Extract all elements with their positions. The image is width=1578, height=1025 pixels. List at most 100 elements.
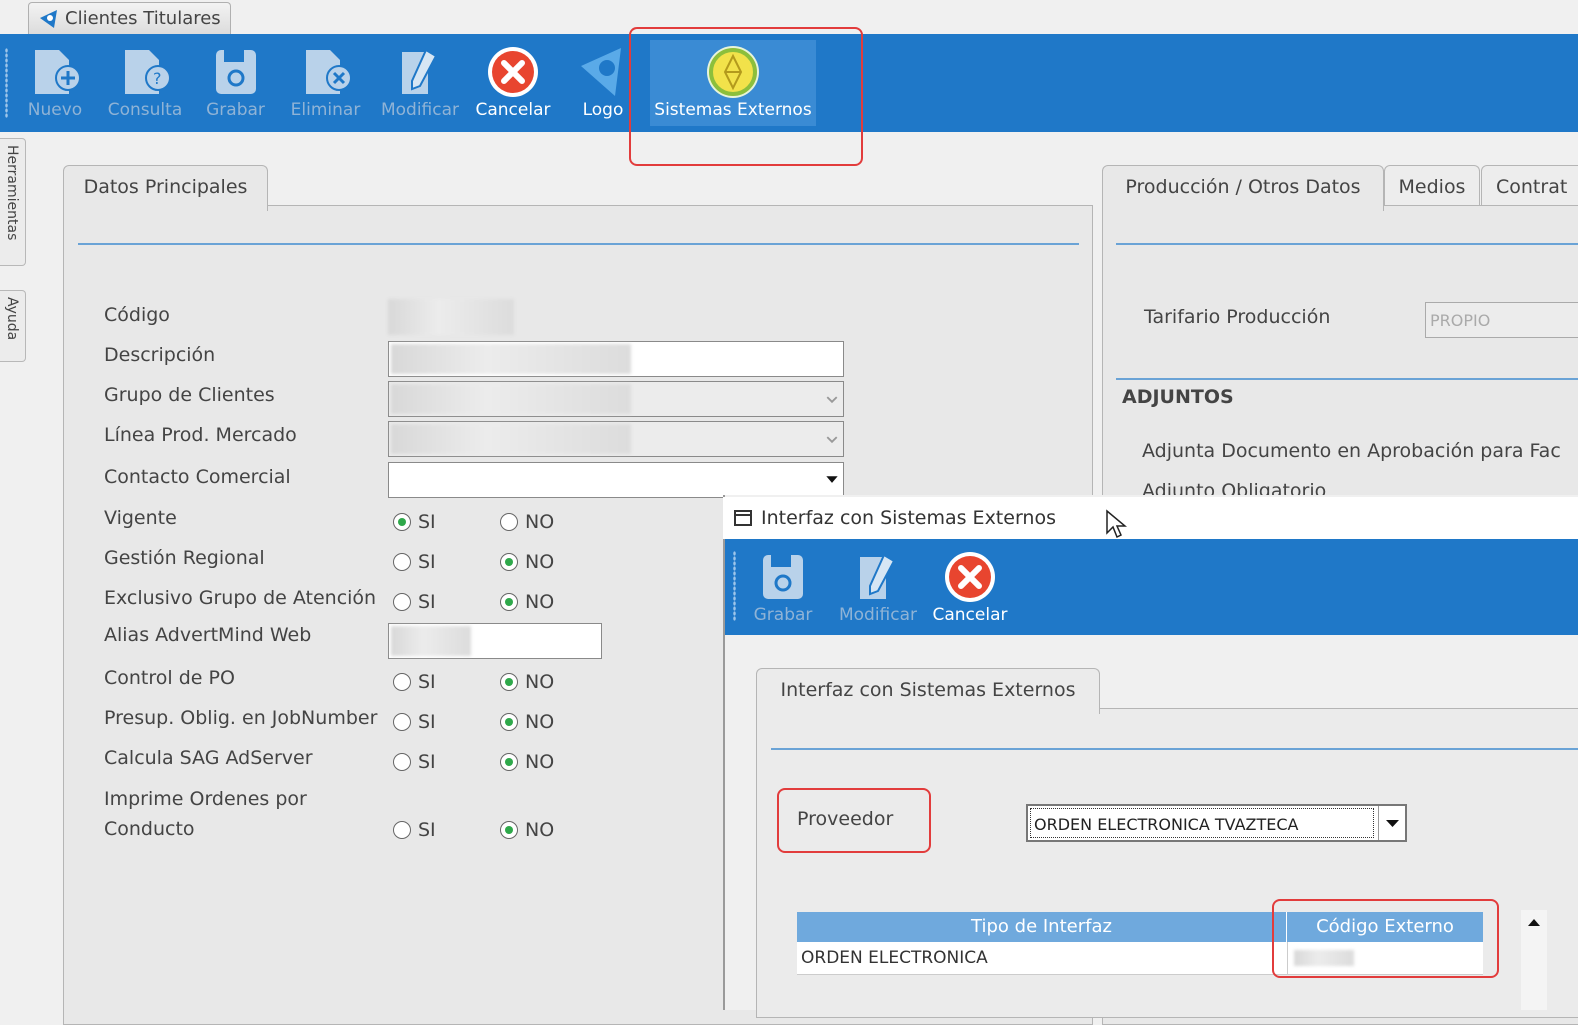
radio-label-no: NO [525,711,555,733]
label-alias: Alias AdvertMind Web [104,624,312,646]
radio-label-si: SI [418,591,436,613]
dropdown-arrow-icon[interactable] [1378,806,1406,840]
grid-scrollbar[interactable] [1521,910,1547,1010]
dialog-cancel-button[interactable]: Cancelar [929,545,1011,631]
edit-icon [402,48,438,94]
linea-select[interactable] [388,421,844,457]
scroll-up-icon[interactable] [1521,910,1547,936]
label-grupo: Grupo de Clientes [104,384,275,406]
highlight-codigo-externo [1272,899,1499,978]
label-contacto: Contacto Comercial [104,466,291,488]
radio-label-no: NO [525,551,555,573]
radio-label-si: SI [418,711,436,733]
tab-interfaz[interactable]: Interfaz con Sistemas Externos [756,668,1100,714]
dialog-separator [771,748,1578,750]
chevron-down-icon [826,436,838,444]
delete-button[interactable]: Eliminar [288,40,363,126]
side-tab-help[interactable]: Ayuda [0,290,26,362]
radio-calcula-si[interactable] [393,753,411,771]
dialog-toolbar-grip[interactable] [733,551,736,621]
label-presup: Presup. Oblig. en JobNumber [104,707,378,729]
query-button[interactable]: ? Consulta [105,40,185,126]
main-separator [78,243,1079,245]
dialog-save-button[interactable]: Grabar [747,545,819,631]
radio-control_po-si[interactable] [393,673,411,691]
new-doc-icon [35,50,81,94]
radio-imprime-no[interactable] [500,821,518,839]
dialog-edit-button[interactable]: Modificar [833,545,923,631]
label-tarifario: Tarifario Producción [1144,306,1331,328]
codigo-field[interactable] [388,299,514,335]
tarifario-select[interactable]: PROPIO [1425,302,1578,338]
radio-label-no: NO [525,511,555,533]
tab-contrat[interactable]: Contrat [1481,165,1578,207]
label-codigo: Código [104,304,170,326]
edit-icon [860,553,896,599]
dialog-toolbar: Grabar Modificar Cancelar [725,539,1578,635]
radio-vigente-no[interactable] [500,513,518,531]
radio-label-si: SI [418,511,436,533]
edit-button[interactable]: Modificar [376,40,464,126]
radio-exclusivo-si[interactable] [393,593,411,611]
label-vigente: Vigente [104,507,177,529]
window-icon [733,509,753,532]
grupo-select[interactable] [388,381,844,417]
highlight-proveedor [777,788,931,853]
svg-text:?: ? [153,69,162,88]
radio-imprime-si[interactable] [393,821,411,839]
radio-gestion-no[interactable] [500,553,518,571]
radio-presup-si[interactable] [393,713,411,731]
highlight-external-systems [629,27,863,166]
cancel-icon [945,552,995,602]
radio-label-si: SI [418,551,436,573]
tab-produccion[interactable]: Producción / Otros Datos [1102,165,1384,211]
dropdown-arrow-icon [826,476,838,483]
label-imprime-2: Conducto [104,818,195,840]
save-icon [763,555,803,599]
label-descripcion: Descripción [104,344,216,366]
cancel-button[interactable]: Cancelar [472,40,554,126]
radio-calcula-no[interactable] [500,753,518,771]
alias-field[interactable] [388,623,602,659]
app-logo-icon [37,8,61,35]
dialog-titlebar[interactable]: Interfaz con Sistemas Externos [723,497,1578,539]
new-button[interactable]: Nuevo [20,40,90,126]
radio-label-si: SI [418,671,436,693]
radio-gestion-si[interactable] [393,553,411,571]
delete-doc-icon [305,50,352,94]
radio-label-no: NO [525,751,555,773]
descripcion-field[interactable] [388,341,844,377]
query-doc-icon: ? [125,50,171,94]
save-icon [215,50,256,94]
label-adjunta-doc: Adjunta Documento en Aprobación para Fac [1142,440,1561,462]
label-gestion: Gestión Regional [104,547,265,569]
proveedor-select[interactable]: ORDEN ELECTRONICA TVAZTECA [1026,804,1407,842]
label-control-po: Control de PO [104,667,235,689]
tab-medios[interactable]: Medios [1384,165,1480,207]
radio-label-no: NO [525,671,555,693]
radio-control_po-no[interactable] [500,673,518,691]
dialog-title: Interfaz con Sistemas Externos [761,507,1056,529]
radio-label-si: SI [418,819,436,841]
app-tab[interactable]: Clientes Titulares [28,2,231,34]
radio-presup-no[interactable] [500,713,518,731]
adjuntos-heading: ADJUNTOS [1122,386,1234,408]
side-tab-tools[interactable]: Herramientas [0,138,26,266]
save-button[interactable]: Grabar [198,40,273,126]
radio-exclusivo-no[interactable] [500,593,518,611]
label-exclusivo: Exclusivo Grupo de Atención [104,587,377,609]
radio-vigente-si[interactable] [393,513,411,531]
right-separator-2 [1116,378,1578,380]
radio-label-no: NO [525,591,555,613]
tab-datos-principales[interactable]: Datos Principales [63,165,268,211]
mouse-cursor-icon [1106,509,1127,539]
label-linea: Línea Prod. Mercado [104,424,297,446]
column-header-tipo[interactable]: Tipo de Interfaz [797,912,1287,942]
cancel-icon [488,47,538,97]
logo-icon [581,48,621,96]
contacto-select[interactable] [388,462,844,498]
app-tab-title: Clientes Titulares [65,8,221,29]
label-calcula: Calcula SAG AdServer [104,747,313,769]
toolbar-grip[interactable] [5,48,8,118]
logo-button[interactable]: Logo [568,40,638,126]
